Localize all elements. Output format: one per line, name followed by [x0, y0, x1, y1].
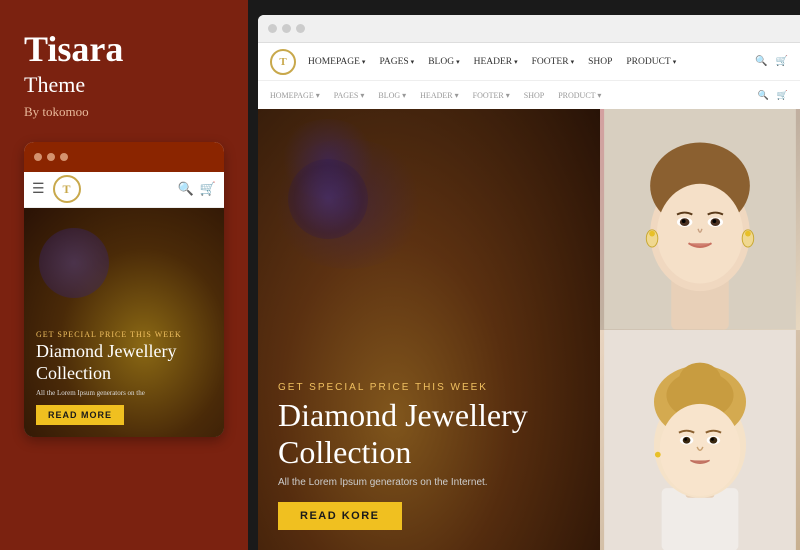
chevron-down-icon: ▾ [673, 58, 677, 66]
nav-item-product[interactable]: PRODUCT ▾ [626, 57, 676, 67]
portrait-top-image [600, 109, 800, 330]
ghost-nav-item-6: SHOP [524, 91, 544, 100]
chevron-down-icon: ▾ [514, 58, 518, 66]
portraits-column [600, 109, 800, 550]
mobile-dot-2 [47, 153, 55, 161]
ghost-nav-item-3: BLOG ▾ [378, 91, 406, 100]
hero-title: Diamond Jewellery Collection [278, 397, 558, 471]
search-icon[interactable]: 🔍 [755, 56, 767, 67]
hero-special-text: GET SPECIAL PRICE THIS WEEK [278, 382, 558, 393]
chevron-down-icon: ▾ [411, 58, 415, 66]
right-panel: T HOMEPAGE ▾ PAGES ▾ BLOG ▾ HEADER ▾ [248, 0, 800, 550]
nav-item-footer[interactable]: FOOTER ▾ [532, 57, 574, 67]
site-navbar-ghost: HOMEPAGE ▾ PAGES ▾ BLOG ▾ HEADER ▾ FOOTE… [258, 81, 800, 109]
nav-item-homepage[interactable]: HOMEPAGE ▾ [308, 57, 365, 67]
cart-icon[interactable]: 🛒 [776, 56, 788, 67]
chevron-down-icon: ▾ [362, 58, 366, 66]
mobile-nav-icons: 🔍 🛒 [178, 181, 216, 197]
nav-item-pages[interactable]: PAGES ▾ [379, 57, 414, 67]
hero-description: All the Lorem Ipsum generators on the In… [278, 477, 558, 488]
mobile-hero-content: GET SPECIAL PRICE THIS WEEK Diamond Jewe… [36, 330, 212, 424]
mobile-logo: T [53, 175, 81, 203]
ghost-cart-icon: 🛒 [777, 90, 788, 101]
browser-dot-1 [268, 24, 277, 33]
mobile-special-text: GET SPECIAL PRICE THIS WEEK [36, 330, 212, 339]
cart-icon: 🛒 [200, 181, 216, 197]
search-icon: 🔍 [178, 181, 194, 197]
site-logo: T [270, 49, 296, 75]
mobile-dot-1 [34, 153, 42, 161]
brand-subtitle: Theme [24, 72, 85, 98]
hero-section: GET SPECIAL PRICE THIS WEEK Diamond Jewe… [258, 109, 600, 550]
jewel-center [288, 159, 368, 239]
ghost-nav-item-1: HOMEPAGE ▾ [270, 91, 320, 100]
ghost-nav-item-4: HEADER ▾ [420, 91, 458, 100]
mobile-hero: GET SPECIAL PRICE THIS WEEK Diamond Jewe… [24, 208, 224, 437]
mobile-hero-title: Diamond Jewellery Collection [36, 341, 212, 384]
left-panel: Tisara Theme By tokomoo ☰ T 🔍 🛒 GET SPEC… [0, 0, 248, 550]
read-more-button[interactable]: Read KORE [278, 502, 402, 530]
hero-content: GET SPECIAL PRICE THIS WEEK Diamond Jewe… [278, 382, 558, 530]
browser-window: T HOMEPAGE ▾ PAGES ▾ BLOG ▾ HEADER ▾ [258, 15, 800, 550]
brand-byline: By tokomoo [24, 104, 89, 120]
chevron-down-icon: ▾ [571, 58, 575, 66]
ghost-search-icon: 🔍 [758, 90, 769, 101]
mobile-dot-3 [60, 153, 68, 161]
brand-title: Tisara [24, 30, 123, 70]
hamburger-icon: ☰ [32, 181, 45, 198]
site-navbar: T HOMEPAGE ▾ PAGES ▾ BLOG ▾ HEADER ▾ [258, 43, 800, 81]
mobile-top-bar [24, 142, 224, 172]
mobile-nav: ☰ T 🔍 🛒 [24, 172, 224, 208]
mobile-mockup: ☰ T 🔍 🛒 GET SPECIAL PRICE THIS WEEK Diam… [24, 142, 224, 437]
portrait-top [600, 109, 800, 330]
browser-dot-2 [282, 24, 291, 33]
portrait-bottom-image [600, 330, 800, 550]
nav-items: HOMEPAGE ▾ PAGES ▾ BLOG ▾ HEADER ▾ FOOTE… [308, 57, 676, 67]
nav-item-shop[interactable]: SHOP [588, 57, 612, 67]
browser-bar [258, 15, 800, 43]
portrait-bottom [600, 330, 800, 550]
mobile-read-more-button[interactable]: READ MORE [36, 405, 124, 425]
site-content: GET SPECIAL PRICE THIS WEEK Diamond Jewe… [258, 109, 800, 550]
mobile-jewel-decoration [39, 228, 109, 298]
nav-item-header[interactable]: HEADER ▾ [474, 57, 518, 67]
mobile-hero-desc: All the Lorem Ipsum generators on the [36, 389, 212, 397]
ghost-nav-item-2: PAGES ▾ [334, 91, 365, 100]
ghost-nav-item-7: PRODUCT ▾ [558, 91, 601, 100]
ghost-nav-icons: 🔍 🛒 [758, 90, 788, 101]
ghost-nav-item-5: FOOTER ▾ [473, 91, 510, 100]
browser-dot-3 [296, 24, 305, 33]
nav-right-icons: 🔍 🛒 [755, 56, 788, 67]
nav-item-blog[interactable]: BLOG ▾ [428, 57, 459, 67]
chevron-down-icon: ▾ [456, 58, 460, 66]
